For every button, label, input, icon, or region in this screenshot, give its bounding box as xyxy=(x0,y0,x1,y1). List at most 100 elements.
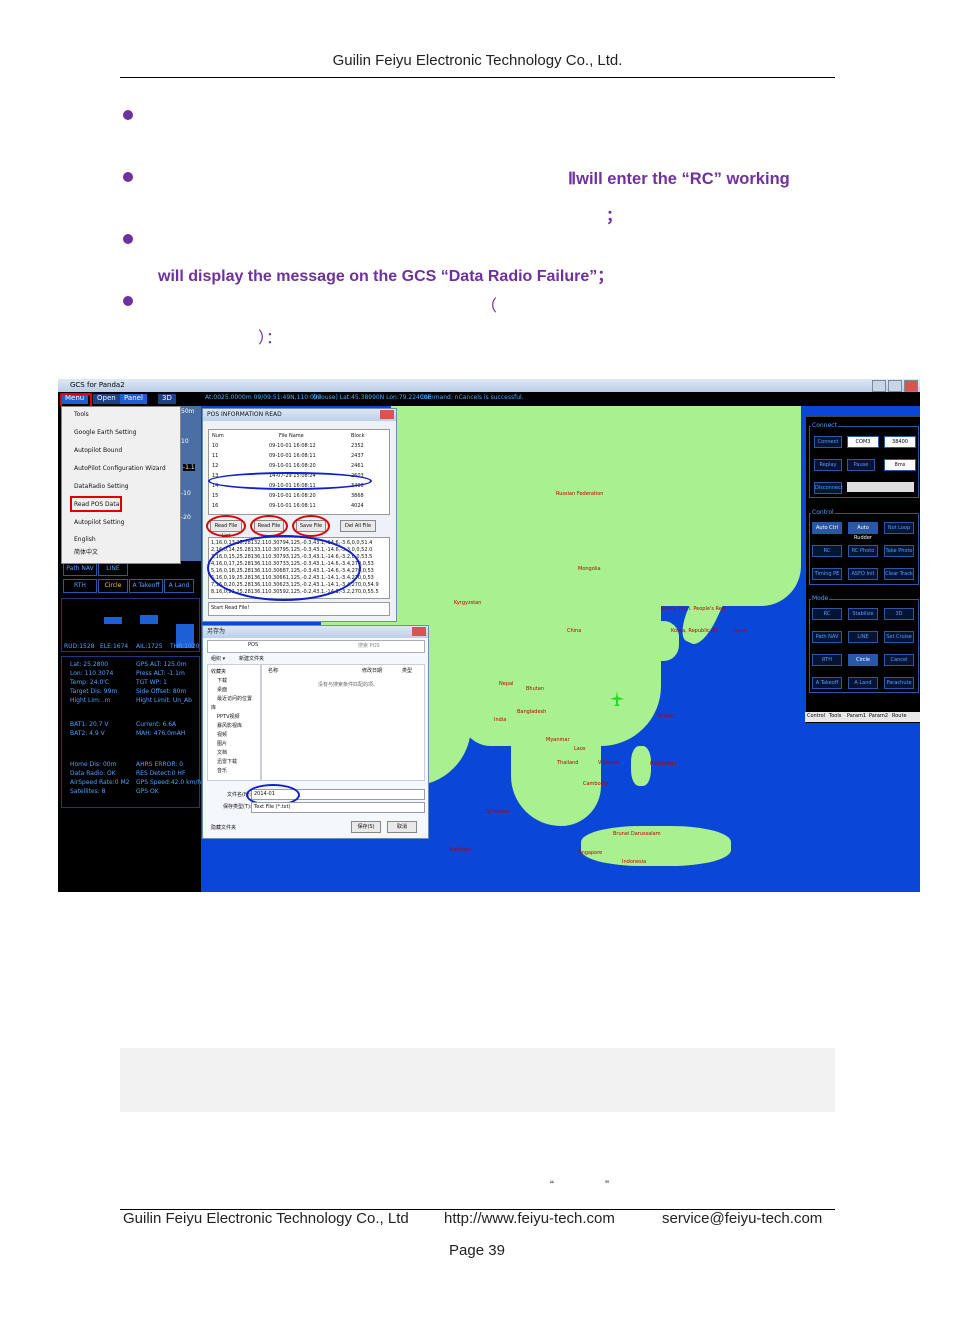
sidebar-item[interactable]: 库 xyxy=(211,704,216,711)
cancel-button[interactable]: 取消 xyxy=(387,821,417,833)
land-button[interactable]: A Land xyxy=(164,579,194,593)
sidebar-item[interactable]: 收藏夹 xyxy=(211,668,226,675)
tab-route[interactable]: Route xyxy=(892,713,907,719)
table-cell[interactable]: 10 xyxy=(212,443,218,449)
table-cell[interactable]: 11 xyxy=(212,453,218,459)
mode-line-button[interactable]: LINE xyxy=(848,631,878,643)
mode-3d-button[interactable]: 3D xyxy=(884,608,914,620)
table-cell[interactable]: 2352 xyxy=(351,443,364,449)
sidebar-item[interactable]: 音乐 xyxy=(217,767,227,774)
tab-control[interactable]: Control xyxy=(807,713,825,719)
sidebar-item[interactable]: 视频 xyxy=(217,731,227,738)
mode-set-cruise-button[interactable]: Set Cruise xyxy=(884,631,914,643)
take-photo-button[interactable]: Take Photo xyxy=(884,545,914,557)
footer-email[interactable]: service@feiyu-tech.com xyxy=(662,1210,822,1227)
not-loop-button[interactable]: Not Loop xyxy=(884,522,914,534)
close-icon[interactable] xyxy=(904,380,918,392)
mode-cancel-button[interactable]: Cancel xyxy=(884,654,914,666)
column-date[interactable]: 修改日期 xyxy=(362,667,382,674)
mode-land-button[interactable]: A Land xyxy=(848,677,878,689)
table-cell[interactable]: 09-10-01 16:08:20 xyxy=(269,493,316,499)
tab-tools[interactable]: Tools xyxy=(829,713,841,719)
delete-all-file-button[interactable]: Del All File xyxy=(340,520,376,532)
column-type[interactable]: 类型 xyxy=(402,667,412,674)
footer-url[interactable]: http://www.feiyu-tech.com xyxy=(444,1210,615,1227)
panel-button[interactable]: Panel xyxy=(120,394,147,404)
mode-path-nav-button[interactable]: Path NAV xyxy=(812,631,842,643)
clear-track-button[interactable]: Clear Track xyxy=(884,568,914,580)
new-folder-button[interactable]: 新建文件夹 xyxy=(239,655,264,662)
path-nav-button[interactable]: Path NAV xyxy=(63,562,97,576)
mode-rth-button[interactable]: RTH xyxy=(812,654,842,666)
rc-photo-button[interactable]: RC Photo xyxy=(848,545,878,557)
table-cell[interactable]: 3868 xyxy=(351,493,364,499)
mode-parachute-button[interactable]: Parachute xyxy=(884,677,914,689)
table-cell[interactable]: 09-10-01 16:08:11 xyxy=(269,503,316,509)
sidebar-item[interactable]: 暴风影视库 xyxy=(217,722,242,729)
table-cell[interactable]: 15 xyxy=(212,493,218,499)
mode-takeoff-button[interactable]: A Takeoff xyxy=(812,677,842,689)
table-cell[interactable]: 09-10-01 16:08:11 xyxy=(269,453,316,459)
baud-rate-select[interactable]: 38400 xyxy=(884,436,916,448)
sidebar-item[interactable]: 最近访问的位置 xyxy=(217,695,252,702)
dropdown-item[interactable]: Google Earth Setting xyxy=(74,429,137,436)
open-button[interactable]: Open xyxy=(93,394,120,404)
sidebar-item[interactable]: 迅雷下载 xyxy=(217,758,237,765)
map-label: Thailand xyxy=(557,760,579,766)
replay-button[interactable]: Replay xyxy=(814,459,842,471)
table-cell[interactable]: 2437 xyxy=(351,453,364,459)
column-name[interactable]: 名称 xyxy=(268,667,278,674)
dropdown-item[interactable]: DataRadio Setting xyxy=(74,483,129,490)
timing-pe-button[interactable]: Timing PE xyxy=(812,568,842,580)
com-port-select[interactable]: COM3 xyxy=(847,436,879,448)
dropdown-item[interactable]: AutoPilot Configuration Wizard xyxy=(74,465,166,472)
table-cell[interactable]: 12 xyxy=(212,463,218,469)
connect-button[interactable]: Connect xyxy=(814,436,842,448)
dropdown-item[interactable]: English xyxy=(74,536,96,543)
3d-button[interactable]: 3D xyxy=(158,394,176,404)
mode-stabilize-button[interactable]: Stabilize xyxy=(848,608,878,620)
type-select[interactable]: Text File (*.txt) xyxy=(251,802,425,813)
telemetry-hight-lim: Hight Lim: .m xyxy=(70,697,111,704)
table-cell[interactable]: 09-10-01 16:08:12 xyxy=(269,443,316,449)
disconnect-button[interactable]: Disconnect xyxy=(814,482,843,494)
save-sidebar: 收藏夹下载桌面最近访问的位置库 PPTV视频 暴风影视库视频图片文档迅雷下载音乐 xyxy=(207,664,261,781)
interval-select[interactable]: 8ms xyxy=(884,459,916,471)
close-icon[interactable] xyxy=(412,627,426,636)
sidebar-item[interactable]: 文档 xyxy=(217,749,227,756)
sidebar-item[interactable]: PPTV视频 xyxy=(217,713,240,720)
table-cell[interactable]: 16 xyxy=(212,503,218,509)
telemetry-mah: MAH: 476.0mAH xyxy=(136,730,186,737)
search-input[interactable]: 搜索 POS xyxy=(358,642,380,649)
minimize-icon[interactable] xyxy=(872,380,886,392)
circle-button[interactable]: Circle xyxy=(98,579,128,593)
tab-param1[interactable]: Param1 xyxy=(847,713,866,719)
mode-rc-button[interactable]: RC xyxy=(812,608,842,620)
tab-param2[interactable]: Param2 xyxy=(869,713,888,719)
sidebar-item[interactable]: 图片 xyxy=(217,740,227,747)
line-button[interactable]: LINE xyxy=(98,562,128,576)
asfo-init-button[interactable]: ASFO Init xyxy=(848,568,878,580)
organize-button[interactable]: 组织 ▾ xyxy=(211,655,225,662)
sidebar-item[interactable]: 桌面 xyxy=(217,686,227,693)
mode-circle-button[interactable]: Circle xyxy=(848,654,878,666)
auto-rudder-button[interactable]: Auto Rudder xyxy=(848,522,878,541)
rth-button[interactable]: RTH xyxy=(63,579,97,593)
takeoff-button[interactable]: A Takeoff xyxy=(129,579,163,593)
save-button[interactable]: 保存(S) xyxy=(351,821,381,833)
table-cell[interactable]: 4024 xyxy=(351,503,364,509)
auto-ctrl-button[interactable]: Auto Ctrl xyxy=(812,522,842,534)
dropdown-item[interactable]: 简体中文 xyxy=(74,547,98,556)
table-cell[interactable]: 2461 xyxy=(351,463,364,469)
close-icon[interactable] xyxy=(380,410,394,419)
dropdown-item[interactable]: Autopilot Bound xyxy=(74,447,122,454)
maximize-icon[interactable] xyxy=(888,380,902,392)
pause-button[interactable]: Pause xyxy=(847,459,875,471)
hide-folders-toggle[interactable]: 隐藏文件夹 xyxy=(211,824,236,831)
sidebar-item[interactable]: 下载 xyxy=(217,677,227,684)
rc-button[interactable]: RC xyxy=(812,545,842,557)
dropdown-item[interactable]: Autopilot Setting xyxy=(74,519,125,526)
dropdown-item[interactable]: Tools xyxy=(74,411,89,418)
address-bar[interactable]: POS 搜索 POS xyxy=(207,640,425,653)
table-cell[interactable]: 09-10-01 16:08:20 xyxy=(269,463,316,469)
